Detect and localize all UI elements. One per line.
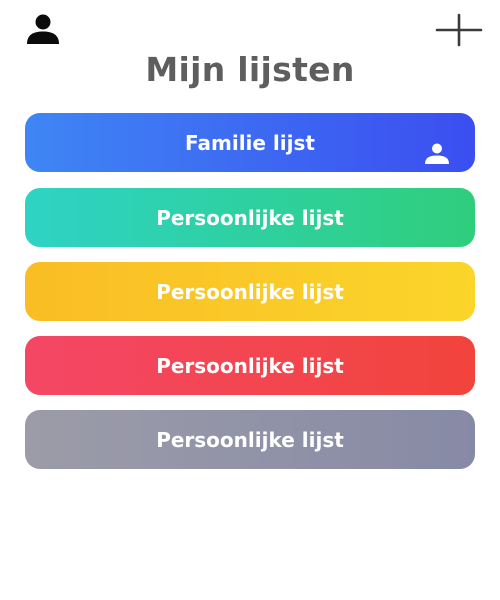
list-card-persoonlijk[interactable]: Persoonlijke lijst: [25, 188, 475, 247]
lists-screen: Mijn lijsten Familie lijst Persoonlijke …: [0, 0, 500, 600]
list-card-persoonlijk[interactable]: Persoonlijke lijst: [25, 410, 475, 469]
list-card-familie[interactable]: Familie lijst: [25, 113, 475, 172]
list-card-persoonlijk[interactable]: Persoonlijke lijst: [25, 336, 475, 395]
profile-icon[interactable]: [25, 14, 61, 46]
list-card-label: Familie lijst: [185, 130, 315, 155]
page-title: Mijn lijsten: [145, 50, 355, 89]
list-card-label: Persoonlijke lijst: [156, 279, 344, 304]
add-list-button[interactable]: [434, 12, 484, 48]
list-card-persoonlijk[interactable]: Persoonlijke lijst: [25, 262, 475, 321]
person-icon: [423, 143, 451, 165]
list-card-label: Persoonlijke lijst: [156, 205, 344, 230]
list-card-label: Persoonlijke lijst: [156, 353, 344, 378]
list-card-label: Persoonlijke lijst: [156, 427, 344, 452]
